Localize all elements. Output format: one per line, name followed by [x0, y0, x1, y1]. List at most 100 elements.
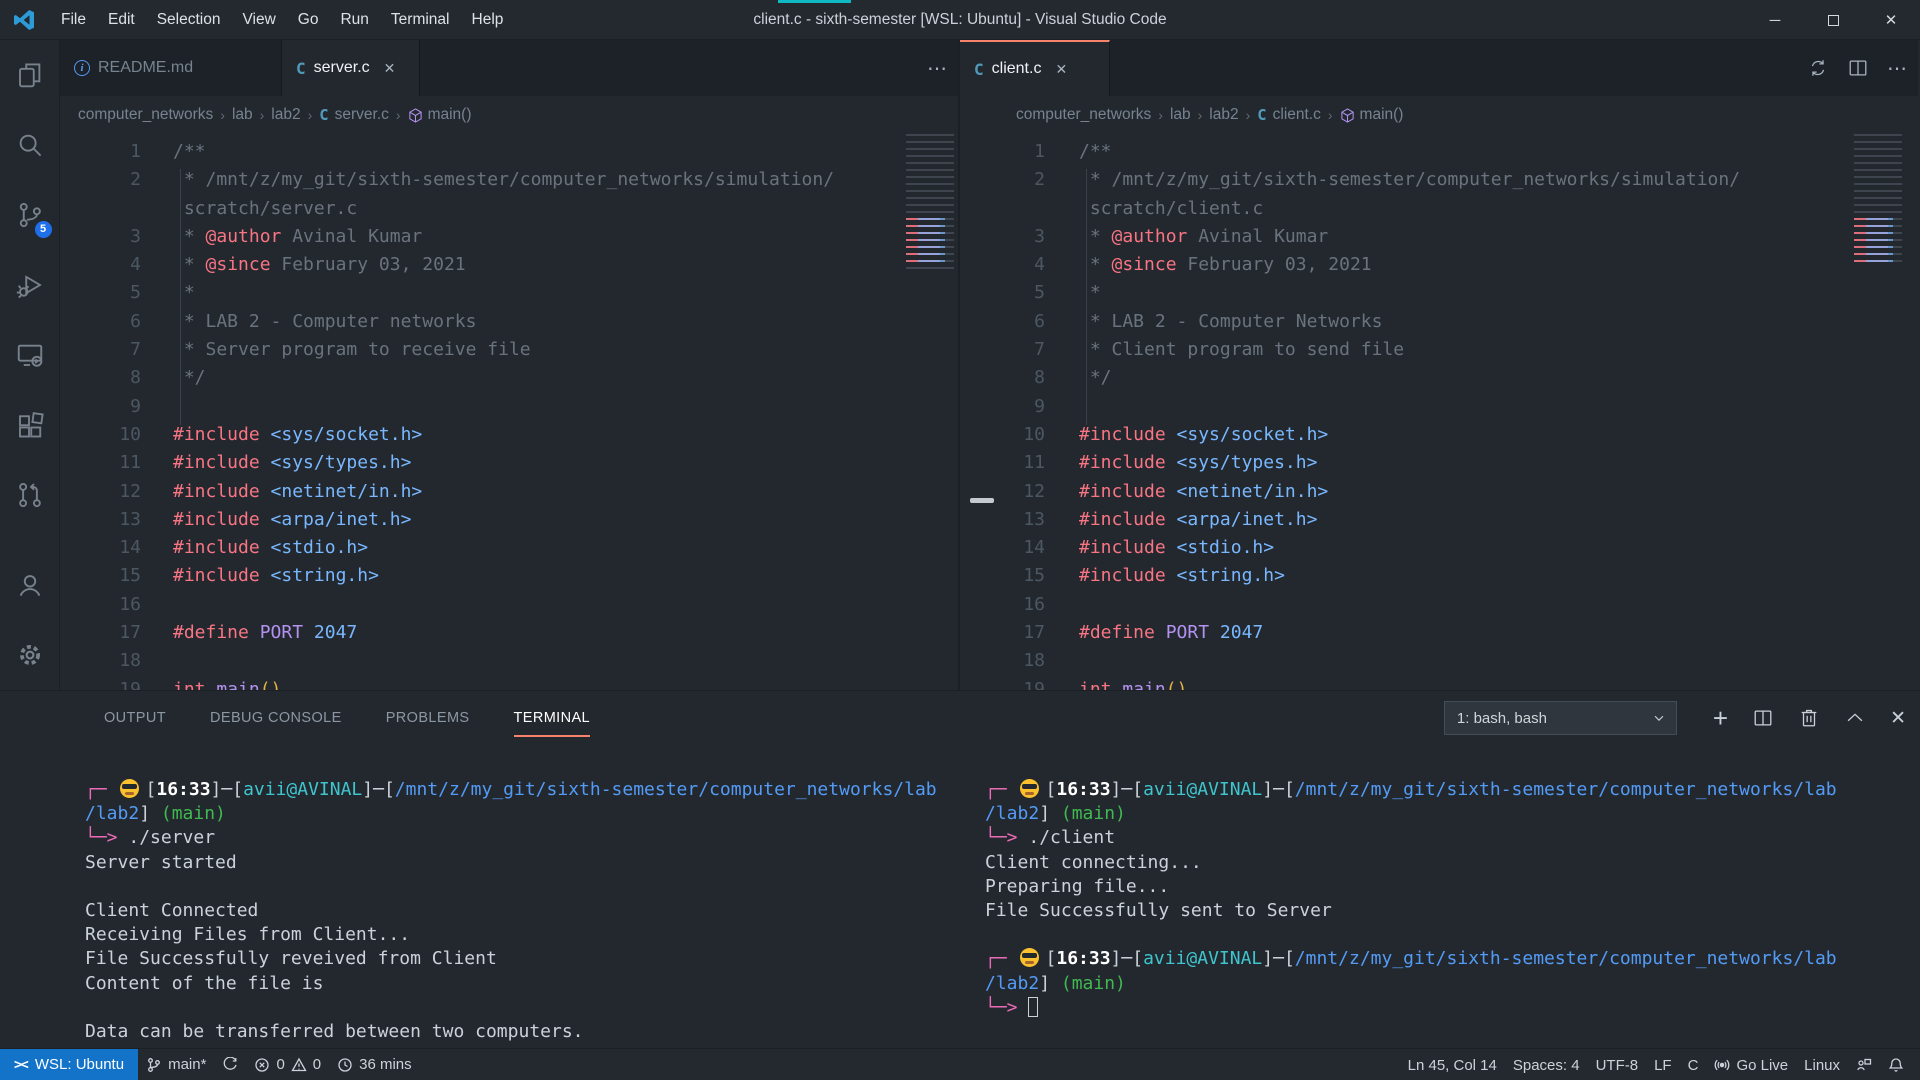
terminal-line[interactable]: File Successfully sent to Server — [985, 900, 1920, 924]
close-panel-icon[interactable]: ✕ — [1890, 707, 1906, 730]
code-line[interactable]: 2 * /mnt/z/my_git/sixth-semester/compute… — [60, 169, 958, 197]
menu-edit[interactable]: Edit — [97, 0, 146, 40]
menu-selection[interactable]: Selection — [146, 0, 232, 40]
terminal-line[interactable]: /lab2] (main) — [985, 803, 1920, 827]
code-line[interactable]: 17#define PORT 2047 — [60, 622, 958, 650]
breadcrumb-item[interactable]: lab — [232, 106, 253, 124]
code-line[interactable]: 13#include <arpa/inet.h> — [960, 509, 1918, 537]
code-line[interactable]: 1/** — [60, 141, 958, 169]
breadcrumb-item[interactable]: lab2 — [1209, 106, 1238, 124]
menu-file[interactable]: File — [50, 0, 97, 40]
kill-terminal-icon[interactable] — [1798, 707, 1820, 729]
panel-tab-problems[interactable]: PROBLEMS — [386, 691, 470, 746]
os-indicator[interactable]: Linux — [1796, 1049, 1848, 1080]
terminal-line[interactable]: Server started — [85, 852, 960, 876]
eol-indicator[interactable]: LF — [1646, 1049, 1680, 1080]
code-line[interactable]: 10#include <sys/socket.h> — [60, 424, 958, 452]
code-line[interactable]: 6 * LAB 2 - Computer networks — [60, 311, 958, 339]
problems-indicator[interactable]: 0 0 — [246, 1049, 329, 1080]
explorer-icon[interactable] — [0, 40, 60, 110]
code-line[interactable]: 15#include <string.h> — [960, 565, 1918, 593]
panel-tab-output[interactable]: OUTPUT — [104, 691, 166, 746]
terminal-line[interactable]: ┌─ [16:33]─[avii@AVINAL]─[/mnt/z/my_git/… — [985, 779, 1920, 803]
code-line[interactable]: 12#include <netinet/in.h> — [960, 481, 1918, 509]
code-line[interactable]: 13#include <arpa/inet.h> — [60, 509, 958, 537]
feedback-button[interactable] — [1848, 1049, 1880, 1080]
code-line[interactable]: 6 * LAB 2 - Computer Networks — [960, 311, 1918, 339]
encoding-indicator[interactable]: UTF-8 — [1588, 1049, 1647, 1080]
code-line[interactable]: scratch/client.c — [960, 198, 1918, 226]
close-tab-icon[interactable]: ✕ — [384, 60, 396, 77]
code-line[interactable]: 4 * @since February 03, 2021 — [960, 254, 1918, 282]
breadcrumb-item[interactable]: computer_networks — [1016, 106, 1151, 124]
terminal-line[interactable]: File Successfully reveived from Client — [85, 948, 960, 972]
code-line[interactable]: 4 * @since February 03, 2021 — [60, 254, 958, 282]
terminal-line[interactable]: └─> ./server — [85, 827, 960, 851]
code-line[interactable]: 16 — [60, 594, 958, 622]
code-line[interactable]: 19int main() — [60, 679, 958, 690]
run-debug-icon[interactable] — [0, 250, 60, 320]
menu-go[interactable]: Go — [287, 0, 330, 40]
tab-readme[interactable]: i README.md — [60, 40, 282, 96]
terminal-line[interactable]: Content of the file is — [85, 973, 960, 997]
minimap[interactable] — [906, 134, 954, 274]
timer-indicator[interactable]: 36 mins — [329, 1049, 420, 1080]
account-icon[interactable] — [0, 550, 60, 620]
terminal-line[interactable]: Receiving Files from Client... — [85, 924, 960, 948]
language-indicator[interactable]: C — [1680, 1049, 1707, 1080]
close-tab-icon[interactable]: ✕ — [1055, 61, 1067, 78]
terminal-server[interactable]: ┌─ [16:33]─[avii@AVINAL]─[/mnt/z/my_git/… — [60, 746, 960, 1049]
minimize-icon[interactable]: ─ — [1746, 0, 1804, 40]
code-line[interactable]: 15#include <string.h> — [60, 565, 958, 593]
breadcrumb-item[interactable]: server.c — [335, 106, 389, 124]
notifications-button[interactable] — [1880, 1049, 1912, 1080]
extensions-icon[interactable] — [0, 390, 60, 460]
code-line[interactable]: 11#include <sys/types.h> — [60, 452, 958, 480]
sync-button[interactable] — [214, 1049, 246, 1080]
terminal-line[interactable]: ┌─ [16:33]─[avii@AVINAL]─[/mnt/z/my_git/… — [85, 779, 960, 803]
terminal-line[interactable]: /lab2] (main) — [985, 973, 1920, 997]
terminal-line[interactable]: Preparing file... — [985, 876, 1920, 900]
breadcrumb-item[interactable]: lab2 — [271, 106, 300, 124]
split-editor-icon[interactable] — [1847, 57, 1869, 79]
code-line[interactable]: 7 * Server program to receive file — [60, 339, 958, 367]
terminal-line[interactable] — [985, 924, 1920, 948]
settings-gear-icon[interactable] — [0, 620, 60, 690]
code-line[interactable]: 9 — [960, 396, 1918, 424]
menu-view[interactable]: View — [231, 0, 286, 40]
terminal-line[interactable]: Data can be transferred between two comp… — [85, 1021, 960, 1045]
tab-client-c[interactable]: C client.c ✕ — [960, 40, 1110, 96]
code-line[interactable]: 18 — [960, 650, 1918, 678]
code-line[interactable]: 8 */ — [960, 367, 1918, 395]
terminal-line[interactable] — [85, 997, 960, 1021]
code-line[interactable]: 14#include <stdio.h> — [60, 537, 958, 565]
code-line[interactable]: 12#include <netinet/in.h> — [60, 481, 958, 509]
search-icon[interactable] — [0, 110, 60, 180]
code-line[interactable]: 19int main() — [960, 679, 1918, 690]
code-line[interactable]: 1/** — [960, 141, 1918, 169]
minimap[interactable] — [1854, 134, 1902, 264]
breadcrumb-item[interactable]: main() — [428, 106, 472, 124]
code-line[interactable]: 3 * @author Avinal Kumar — [60, 226, 958, 254]
code-line[interactable]: 14#include <stdio.h> — [960, 537, 1918, 565]
remote-explorer-icon[interactable] — [0, 320, 60, 390]
more-actions-icon[interactable]: ⋯ — [1887, 56, 1908, 81]
code-line[interactable]: 2 * /mnt/z/my_git/sixth-semester/compute… — [960, 169, 1918, 197]
breadcrumb-item[interactable]: computer_networks — [78, 106, 213, 124]
code-line[interactable]: 7 * Client program to send file — [960, 339, 1918, 367]
scrollbar-thumb[interactable] — [970, 498, 994, 503]
new-terminal-icon[interactable]: + — [1713, 707, 1728, 729]
branch-indicator[interactable]: main* — [138, 1049, 214, 1080]
panel-tab-debug-console[interactable]: DEBUG CONSOLE — [210, 691, 342, 746]
more-actions-icon[interactable]: ⋯ — [927, 56, 948, 81]
menu-terminal[interactable]: Terminal — [380, 0, 461, 40]
terminal-line[interactable]: Client Connected — [85, 900, 960, 924]
terminal-line[interactable]: ┌─ [16:33]─[avii@AVINAL]─[/mnt/z/my_git/… — [985, 948, 1920, 972]
cursor-position[interactable]: Ln 45, Col 14 — [1400, 1049, 1505, 1080]
code-line[interactable]: 5 * — [960, 282, 1918, 310]
code-line[interactable]: 3 * @author Avinal Kumar — [960, 226, 1918, 254]
breadcrumb-item[interactable]: main() — [1360, 106, 1404, 124]
menu-help[interactable]: Help — [461, 0, 515, 40]
tab-server-c[interactable]: C server.c ✕ — [282, 40, 420, 96]
code-line[interactable]: 5 * — [60, 282, 958, 310]
